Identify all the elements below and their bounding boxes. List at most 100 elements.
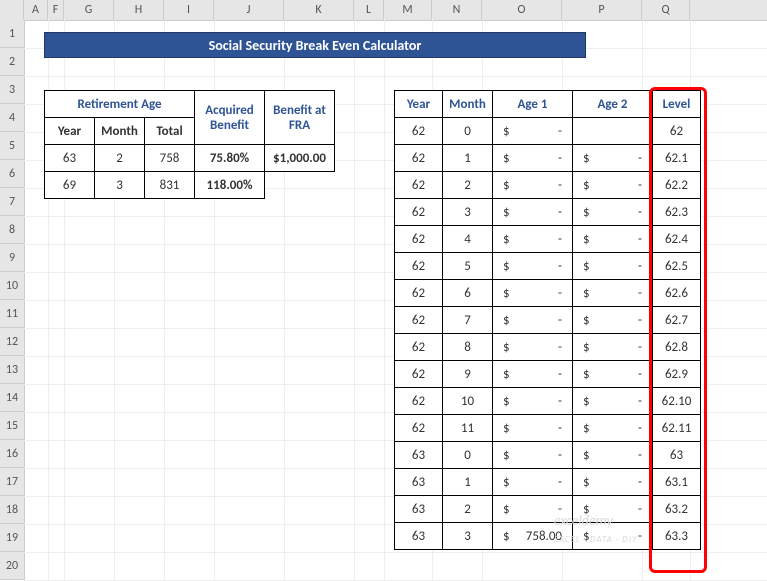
cell[interactable]: 62.1: [653, 145, 701, 172]
cell[interactable]: 69: [45, 172, 95, 199]
table-row[interactable]: 630$-$-63: [395, 442, 701, 469]
cell[interactable]: 9: [443, 361, 493, 388]
table-row[interactable]: 624$-$-62.4: [395, 226, 701, 253]
cell[interactable]: 62: [395, 145, 443, 172]
cell[interactable]: $-: [573, 361, 653, 388]
cell[interactable]: $-: [493, 469, 573, 496]
row-header-cell[interactable]: 14: [0, 384, 24, 412]
col-header-cell[interactable]: M: [384, 0, 432, 20]
cell[interactable]: 62: [395, 118, 443, 145]
cell[interactable]: $-: [493, 226, 573, 253]
cell[interactable]: 2: [443, 172, 493, 199]
row-header-cell[interactable]: 19: [0, 524, 24, 552]
row-header-cell[interactable]: 9: [0, 244, 24, 272]
cell[interactable]: $-: [493, 361, 573, 388]
cell[interactable]: $-: [573, 145, 653, 172]
cell[interactable]: $-: [493, 118, 573, 145]
col-header-cell[interactable]: O: [482, 0, 562, 20]
cell[interactable]: $-: [493, 253, 573, 280]
cell[interactable]: $-: [573, 307, 653, 334]
cell[interactable]: 62: [395, 307, 443, 334]
cell[interactable]: $-: [493, 496, 573, 523]
cell[interactable]: 62.4: [653, 226, 701, 253]
row-header-cell[interactable]: 10: [0, 272, 24, 300]
cell[interactable]: $-: [573, 226, 653, 253]
cell[interactable]: 63.1: [653, 469, 701, 496]
cell[interactable]: $-: [573, 388, 653, 415]
cell[interactable]: 63: [653, 442, 701, 469]
table-row[interactable]: 6211$-$-62.11: [395, 415, 701, 442]
row-header-cell[interactable]: 6: [0, 160, 24, 188]
table-row[interactable]: 632$-$-63.2: [395, 496, 701, 523]
table-row[interactable]: 69 3 831 118.00%: [45, 172, 335, 199]
col-header-cell[interactable]: G: [64, 0, 114, 20]
cell[interactable]: $-: [493, 307, 573, 334]
cell[interactable]: 0: [443, 442, 493, 469]
cell[interactable]: 62: [395, 253, 443, 280]
col-header-cell[interactable]: J: [214, 0, 284, 20]
row-header-cell[interactable]: 4: [0, 104, 24, 132]
cell[interactable]: $-: [493, 172, 573, 199]
table-row[interactable]: 633$758.00$-63.3: [395, 523, 701, 550]
cell[interactable]: 62: [395, 172, 443, 199]
table-row[interactable]: 621$-$-62.1: [395, 145, 701, 172]
col-header-cell[interactable]: K: [284, 0, 354, 20]
cell[interactable]: 10: [443, 388, 493, 415]
cell[interactable]: 2: [443, 496, 493, 523]
cell[interactable]: $1,000.00: [265, 145, 335, 172]
cell[interactable]: 63.2: [653, 496, 701, 523]
cell[interactable]: $-: [493, 415, 573, 442]
row-header-cell[interactable]: 3: [0, 76, 24, 104]
cell[interactable]: 3: [443, 523, 493, 550]
cell[interactable]: $-: [573, 172, 653, 199]
table-row[interactable]: 631$-$-63.1: [395, 469, 701, 496]
cell[interactable]: 1: [443, 469, 493, 496]
cell[interactable]: 8: [443, 334, 493, 361]
cell[interactable]: 62.9: [653, 361, 701, 388]
cell[interactable]: $758.00: [493, 523, 573, 550]
cell[interactable]: 2: [95, 145, 145, 172]
cell[interactable]: 11: [443, 415, 493, 442]
cell[interactable]: 118.00%: [195, 172, 265, 199]
cell[interactable]: 62: [395, 280, 443, 307]
cell[interactable]: 62.3: [653, 199, 701, 226]
table-row[interactable]: 629$-$-62.9: [395, 361, 701, 388]
table-row[interactable]: 627$-$-62.7: [395, 307, 701, 334]
row-header-cell[interactable]: 15: [0, 412, 24, 440]
cell[interactable]: 1: [443, 145, 493, 172]
cell[interactable]: $-: [573, 442, 653, 469]
cell[interactable]: 0: [443, 118, 493, 145]
cell[interactable]: 62: [395, 415, 443, 442]
col-header-cell[interactable]: A: [24, 0, 48, 20]
cell[interactable]: 6: [443, 280, 493, 307]
cell[interactable]: 63: [395, 496, 443, 523]
row-header-cell[interactable]: 2: [0, 48, 24, 76]
col-header-cell[interactable]: H: [114, 0, 164, 20]
cell[interactable]: $-: [573, 199, 653, 226]
cell[interactable]: 5: [443, 253, 493, 280]
cell[interactable]: 831: [145, 172, 195, 199]
row-header-cell[interactable]: 20: [0, 552, 24, 580]
row-header-cell[interactable]: 11: [0, 300, 24, 328]
cell[interactable]: $-: [573, 415, 653, 442]
row-header-cell[interactable]: 7: [0, 188, 24, 216]
table-row[interactable]: 622$-$-62.2: [395, 172, 701, 199]
col-header-cell[interactable]: F: [48, 0, 64, 20]
cell[interactable]: 63: [395, 523, 443, 550]
cell[interactable]: $-: [493, 442, 573, 469]
cell[interactable]: 62: [395, 226, 443, 253]
cell[interactable]: 63: [395, 469, 443, 496]
cell[interactable]: 4: [443, 226, 493, 253]
row-header-cell[interactable]: 13: [0, 356, 24, 384]
cell[interactable]: $-: [493, 199, 573, 226]
row-header-cell[interactable]: 17: [0, 468, 24, 496]
cell[interactable]: $-: [573, 280, 653, 307]
row-header-cell[interactable]: 5: [0, 132, 24, 160]
cell[interactable]: 62.7: [653, 307, 701, 334]
table-row[interactable]: 623$-$-62.3: [395, 199, 701, 226]
row-header-cell[interactable]: 1: [0, 20, 24, 48]
row-header-cell[interactable]: 16: [0, 440, 24, 468]
table-row[interactable]: 626$-$-62.6: [395, 280, 701, 307]
row-header-cell[interactable]: 18: [0, 496, 24, 524]
cell[interactable]: 62.8: [653, 334, 701, 361]
